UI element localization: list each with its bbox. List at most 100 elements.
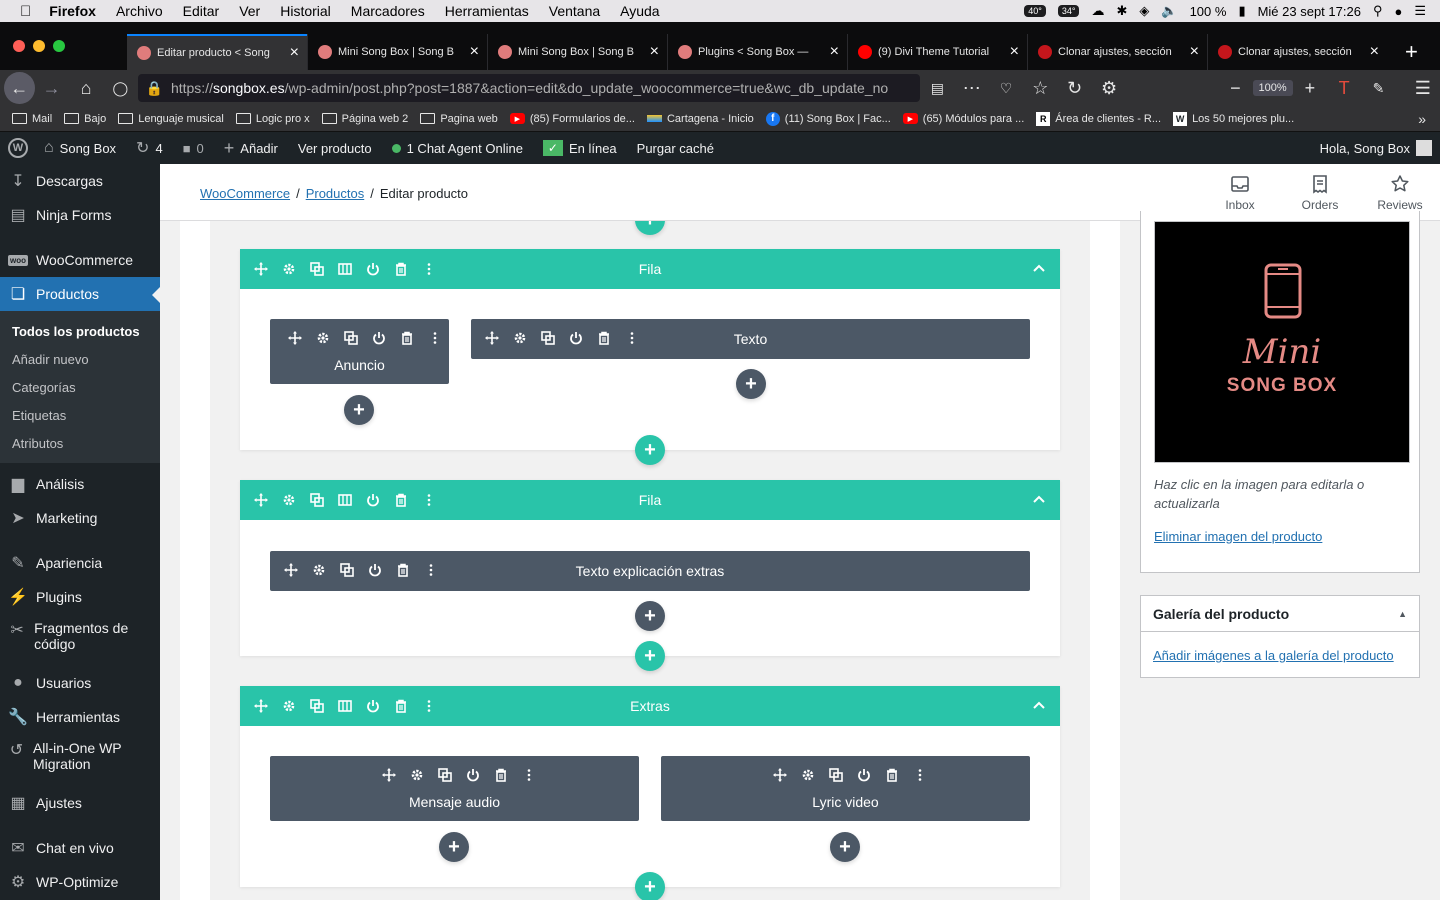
my-account-link[interactable]: Hola, Song Box: [1320, 140, 1432, 156]
menu-ventana[interactable]: Ventana: [549, 3, 600, 19]
builder-module[interactable]: Mensaje audio: [270, 756, 639, 821]
bookmark-item[interactable]: Bajo: [64, 112, 106, 126]
settings-gear-icon[interactable]: [280, 260, 298, 278]
builder-module[interactable]: Anuncio: [270, 319, 449, 384]
columns-icon[interactable]: [336, 697, 354, 715]
chevron-up-icon[interactable]: [1032, 261, 1046, 275]
siri-icon[interactable]: ●: [1394, 4, 1402, 19]
menu-herramientas[interactable]: Herramientas: [445, 3, 529, 19]
bookmark-item[interactable]: Lenguaje musical: [118, 112, 224, 126]
bookmark-item[interactable]: Página web 2: [321, 112, 408, 126]
inbox-button[interactable]: Inbox: [1205, 174, 1275, 212]
browser-tab[interactable]: Mini Song Box | Song B ×: [487, 34, 667, 70]
submenu-item[interactable]: Todos los productos: [0, 317, 160, 345]
trash-icon[interactable]: [492, 766, 510, 784]
disable-power-icon[interactable]: [364, 697, 382, 715]
trash-icon[interactable]: [398, 329, 416, 347]
bookmark-item[interactable]: W Los 50 mejores plu...: [1173, 111, 1294, 126]
row-header[interactable]: Fila: [240, 249, 1060, 289]
add-row-button[interactable]: +: [635, 221, 665, 235]
disable-power-icon[interactable]: [464, 766, 482, 784]
browser-tab[interactable]: Plugins < Song Box — ×: [667, 34, 847, 70]
builder-module[interactable]: Texto: [471, 319, 1030, 359]
bookmark-item[interactable]: Mail: [12, 112, 52, 126]
zoom-out-button[interactable]: −: [1218, 78, 1252, 99]
builder-module[interactable]: Lyric video: [661, 756, 1030, 821]
menu-ayuda[interactable]: Ayuda: [620, 3, 659, 19]
chat-agent-link[interactable]: 1 Chat Agent Online: [391, 141, 523, 156]
bookmark-item[interactable]: Cartagena - Inicio: [646, 112, 754, 126]
url-bar[interactable]: 🔒 https://songbox.es/wp-admin/post.php?p…: [137, 74, 921, 102]
wordpress-logo-icon[interactable]: W: [8, 138, 28, 158]
more-options-icon[interactable]: [420, 260, 438, 278]
move-icon[interactable]: [252, 697, 270, 715]
purge-cache-link[interactable]: Purgar caché: [637, 141, 714, 156]
duplicate-icon[interactable]: [308, 491, 326, 509]
move-icon[interactable]: [286, 329, 304, 347]
add-new-link[interactable]: + Añadir: [224, 138, 278, 159]
duplicate-icon[interactable]: [308, 697, 326, 715]
disable-power-icon[interactable]: [855, 766, 873, 784]
row-header[interactable]: Fila: [240, 480, 1060, 520]
submenu-item[interactable]: Atributos: [0, 429, 160, 457]
add-module-button[interactable]: +: [439, 832, 469, 862]
bookmark-item[interactable]: R Área de clientes - R...: [1036, 111, 1161, 126]
battery-icon[interactable]: ▮: [1238, 3, 1245, 19]
tab-close-icon[interactable]: ×: [1190, 43, 1199, 61]
spotlight-icon[interactable]: ⚲: [1373, 3, 1383, 19]
breadcrumb-products[interactable]: Productos: [306, 186, 365, 201]
tab-close-icon[interactable]: ×: [290, 44, 299, 62]
more-options-icon[interactable]: [520, 766, 538, 784]
extension-pen-icon[interactable]: ✎: [1361, 80, 1395, 97]
clock[interactable]: Mié 23 sept 17:26: [1258, 4, 1361, 19]
settings-gear-icon[interactable]: [280, 697, 298, 715]
bookmarks-overflow-icon[interactable]: »: [1418, 111, 1426, 127]
wifi-icon[interactable]: ◈: [1139, 3, 1149, 19]
new-tab-button[interactable]: +: [1405, 39, 1418, 65]
volume-icon[interactable]: 🔈: [1161, 3, 1177, 19]
sidebar-item-apariencia[interactable]: ✎ Apariencia: [0, 546, 160, 580]
move-icon[interactable]: [380, 766, 398, 784]
back-button[interactable]: ←: [4, 72, 35, 104]
chevron-up-icon[interactable]: [1032, 492, 1046, 506]
extension-gear-icon[interactable]: ⚙: [1092, 78, 1126, 99]
browser-tab[interactable]: Clonar ajustes, sección ×: [1207, 34, 1387, 70]
browser-tab[interactable]: Clonar ajustes, sección ×: [1027, 34, 1207, 70]
duplicate-icon[interactable]: [827, 766, 845, 784]
home-button[interactable]: ⌂: [69, 78, 103, 99]
duplicate-icon[interactable]: [342, 329, 360, 347]
browser-tab[interactable]: Editar producto < Song ×: [127, 34, 307, 70]
sidebar-item-marketing[interactable]: ➤ Marketing: [0, 501, 160, 535]
online-status-link[interactable]: ✓ En línea: [542, 140, 617, 156]
builder-module[interactable]: Texto explicación extras: [270, 551, 1030, 591]
settings-gear-icon[interactable]: [280, 491, 298, 509]
shield-icon[interactable]: ◯: [103, 80, 137, 97]
battery-level[interactable]: 100 %: [1190, 4, 1227, 19]
bookmark-item[interactable]: ▶ (65) Módulos para ...: [902, 112, 1024, 126]
add-row-button[interactable]: +: [635, 872, 665, 900]
bluetooth-icon[interactable]: ✱: [1116, 3, 1127, 19]
sidebar-item-herramientas[interactable]: 🔧 Herramientas: [0, 700, 160, 734]
add-module-button[interactable]: +: [736, 369, 766, 399]
browser-tab[interactable]: Mini Song Box | Song B ×: [307, 34, 487, 70]
columns-icon[interactable]: [336, 260, 354, 278]
more-options-icon[interactable]: [420, 491, 438, 509]
remove-image-link[interactable]: Eliminar imagen del producto: [1154, 529, 1322, 544]
chevron-up-icon[interactable]: [1032, 698, 1046, 712]
more-options-icon[interactable]: [911, 766, 929, 784]
menu-marcadores[interactable]: Marcadores: [351, 3, 425, 19]
extension-t-icon[interactable]: T: [1327, 78, 1361, 99]
trash-icon[interactable]: [392, 260, 410, 278]
trash-icon[interactable]: [883, 766, 901, 784]
breadcrumb-woocommerce[interactable]: WooCommerce: [200, 186, 290, 201]
add-gallery-images-link[interactable]: Añadir imágenes a la galería del product…: [1153, 648, 1394, 663]
menu-archivo[interactable]: Archivo: [116, 3, 163, 19]
updates-link[interactable]: ↻ 4: [136, 138, 163, 158]
add-row-button[interactable]: +: [635, 435, 665, 465]
sidebar-item-all-in-one-wp-migration[interactable]: ↺ All-in-One WP Migration: [0, 734, 160, 786]
menu-historial[interactable]: Historial: [280, 3, 331, 19]
gpu-temp-badge[interactable]: 34°: [1057, 5, 1080, 17]
maximize-window-button[interactable]: [53, 40, 65, 52]
columns-icon[interactable]: [336, 491, 354, 509]
menu-editar[interactable]: Editar: [183, 3, 220, 19]
